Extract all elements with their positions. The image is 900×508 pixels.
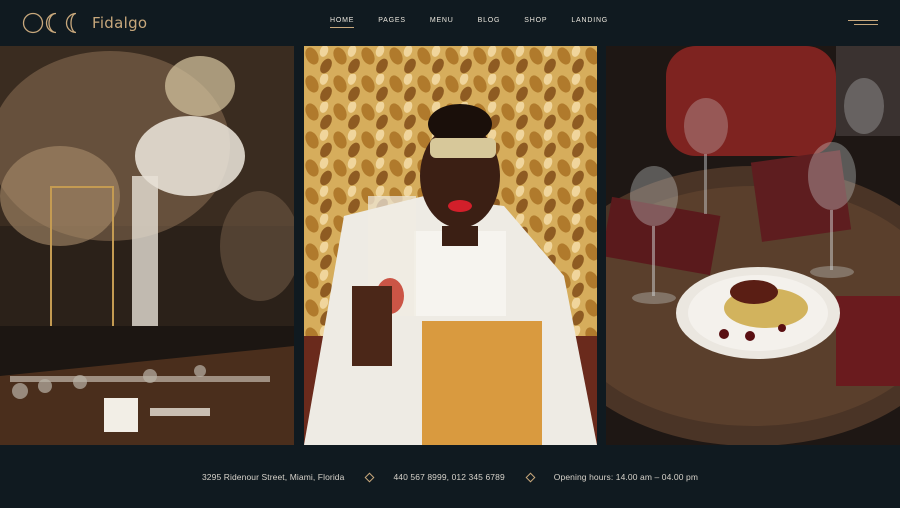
woman-toasting-photo[interactable] [304,46,597,445]
nav-item-home[interactable]: Home [330,17,355,28]
address-text: 3295 Ridenour Street, Miami, Florida [201,471,345,482]
main-nav: Home Pages Menu Blog Shop Landing [330,17,632,28]
decorated-banquet-table-photo[interactable] [0,46,294,445]
phone-text[interactable]: 440 567 8999, 012 345 6789 [393,472,504,482]
diamond-icon [527,474,532,479]
nav-item-shop[interactable]: Shop [524,17,547,24]
hamburger-icon[interactable] [848,18,878,28]
moon-phases-icon [22,12,77,34]
brand-name: Fidalgo [92,14,148,32]
nav-item-menu[interactable]: Menu [430,17,454,24]
photo-gallery [0,46,900,445]
logo[interactable]: Fidalgo [22,11,147,35]
nav-item-pages[interactable]: Pages [378,17,406,24]
site-header: Fidalgo Home Pages Menu Blog Shop Landin… [0,0,900,46]
diamond-icon [366,474,371,479]
nav-item-blog[interactable]: Blog [478,17,501,24]
contact-bar: 3295 Ridenour Street, Miami, Florida 440… [0,445,900,508]
nav-item-landing[interactable]: Landing [571,17,608,24]
plated-dish-with-wine-glasses-photo[interactable] [606,46,900,445]
opening-hours-text: Opening hours: 14.00 am – 04.00 pm [553,471,699,482]
